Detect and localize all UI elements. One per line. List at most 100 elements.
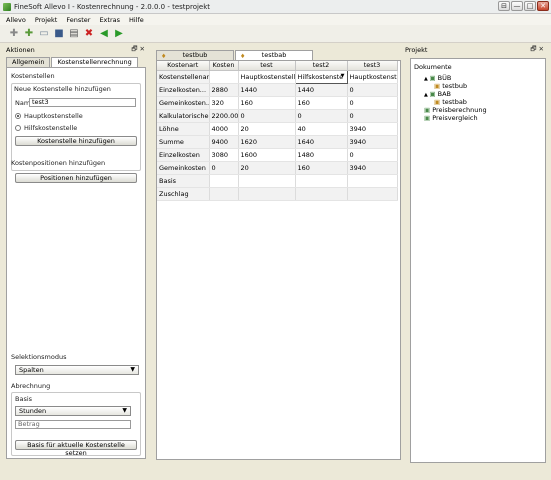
table-cell[interactable]: 1440 [238, 83, 296, 97]
table-cell[interactable]: 0 [238, 109, 296, 123]
bab-table: Kostenart Kosten test test2 test3 Kostenstel… [157, 61, 398, 201]
window-icon[interactable]: ▭ [38, 28, 50, 40]
table-cell[interactable]: 3940 [347, 161, 398, 175]
table-cell[interactable]: 2880 [209, 83, 239, 97]
table-cell[interactable]: 2200.00 [209, 109, 239, 123]
back-icon[interactable]: ◀ [98, 28, 110, 40]
table-row: Einzelkosten... 2880 1440 1440 0 [157, 83, 398, 97]
table-cell[interactable]: 20 [238, 161, 296, 175]
table-cell[interactable]: 160 [295, 161, 348, 175]
row-header: Zuschlag [157, 187, 210, 201]
column-header[interactable]: Kosten [209, 61, 239, 71]
minimize-icon[interactable]: — [511, 1, 523, 11]
selection-mode-value: Spalten [19, 366, 44, 374]
table-cell[interactable]: 0 [347, 109, 398, 123]
bab-grid: Kostenart Kosten test test2 test3 Kostenstel… [156, 60, 401, 460]
project-panel-title: Projekt 🗗 ✕ [405, 45, 547, 55]
table-cell[interactable]: 1440 [295, 83, 348, 97]
row-header: Einzelkosten [157, 148, 210, 162]
table-cell[interactable]: Hauptkostenstelle [238, 70, 296, 84]
betrag-field[interactable]: Betrag [15, 420, 131, 429]
table-cell[interactable]: 3940 [347, 122, 398, 136]
table-cell[interactable]: 160 [238, 96, 296, 110]
basis-select[interactable]: Stunden ▼ [15, 406, 131, 416]
basis-value: Stunden [19, 407, 47, 415]
actions-tabs: Allgemein Kostenstellenrechnung [6, 57, 139, 67]
column-header[interactable]: test3 [347, 61, 398, 71]
table-row: Kostenstellenart Hauptkostenstelle Hilfsko… [157, 69, 398, 84]
menu-projekt[interactable]: Projekt [35, 16, 57, 24]
tab-testbub[interactable]: ♦ testbub [156, 50, 234, 60]
kostenstellen-label: Kostenstellen [11, 72, 55, 80]
column-header[interactable]: test2 [295, 61, 348, 71]
close-icon[interactable]: ✕ [537, 1, 549, 11]
table-cell[interactable] [295, 187, 348, 201]
tree-item[interactable]: ▲ ▣ BÜB [424, 74, 451, 82]
table-cell[interactable] [295, 174, 348, 188]
tree-item[interactable]: ▣ Preisberechnung [424, 106, 487, 114]
panel-controls-icon[interactable]: 🗗 ✕ [131, 45, 145, 56]
tree-item[interactable]: ▲ ▣ BAB [424, 90, 451, 98]
table-cell[interactable]: 1620 [238, 135, 296, 149]
basis-label: Basis [15, 395, 33, 403]
tree-item[interactable]: Dokumente [414, 63, 452, 71]
table-cell[interactable] [209, 187, 239, 201]
menu-extras[interactable]: Extras [99, 16, 120, 24]
table-cell[interactable]: 3940 [347, 135, 398, 149]
actions-body: Kostenstellen Neue Kostenstelle hinzufüg… [6, 67, 146, 459]
name-field[interactable]: test3 [29, 98, 136, 107]
add-green-icon[interactable]: ✚ [23, 28, 35, 40]
menu-allevo[interactable]: Allevo [6, 16, 26, 24]
table-cell[interactable]: 0 [295, 109, 348, 123]
menu-hilfe[interactable]: Hilfe [129, 16, 144, 24]
tree-item[interactable]: ▣ testbub [434, 82, 467, 90]
column-header[interactable]: test [238, 61, 296, 71]
add-icon[interactable]: ✚ [8, 28, 20, 40]
delete-icon[interactable]: ✖ [83, 28, 95, 40]
chevron-down-icon[interactable]: ▼ [341, 73, 345, 79]
restore-icon[interactable]: ⊟ [498, 1, 510, 11]
table-cell[interactable]: Hauptkostenstelle [347, 70, 398, 84]
table-cell[interactable]: 0 [347, 96, 398, 110]
panel-controls-icon[interactable]: 🗗 ✕ [530, 45, 544, 56]
forward-icon[interactable]: ▶ [113, 28, 125, 40]
column-header[interactable]: Kostenart [157, 61, 210, 71]
tree-item[interactable]: ▣ Preisvergleich [424, 114, 478, 122]
print-icon[interactable]: ▤ [68, 28, 80, 40]
set-basis-button[interactable]: Basis für aktuelle Kostenstelle setzen [15, 440, 137, 457]
table-cell[interactable]: 9400 [209, 135, 239, 149]
tab-kostenstellenrechnung[interactable]: Kostenstellenrechnung [51, 57, 138, 67]
table-cell[interactable]: 0 [209, 161, 239, 175]
table-cell[interactable] [209, 174, 239, 188]
table-cell[interactable] [347, 187, 398, 201]
radio-hilfskostenstelle[interactable] [15, 125, 21, 131]
table-cell[interactable]: 4000 [209, 122, 239, 136]
table-cell[interactable] [347, 174, 398, 188]
maximize-icon[interactable]: □ [524, 1, 536, 11]
tab-testbab[interactable]: ♦ testbab [235, 50, 313, 60]
table-cell[interactable]: 1600 [238, 148, 296, 162]
table-cell[interactable]: 3080 [209, 148, 239, 162]
table-cell[interactable] [209, 70, 239, 84]
save-icon[interactable]: ■ [53, 28, 65, 40]
window-title: FineSoft Allevo I - Kostenrechnung - 2.0… [14, 2, 211, 11]
table-cell[interactable]: 1480 [295, 148, 348, 162]
window-controls: ⊟ — □ ✕ [498, 1, 549, 11]
table-cell[interactable]: 20 [238, 122, 296, 136]
selection-mode-select[interactable]: Spalten ▼ [15, 365, 139, 375]
table-cell[interactable] [238, 174, 296, 188]
table-cell[interactable]: Hilfskostenste ▼ [294, 69, 348, 84]
add-cost-center-button[interactable]: Kostenstelle hinzufügen [15, 136, 137, 146]
add-positions-button[interactable]: Positionen hinzufügen [15, 173, 137, 183]
tree-item[interactable]: ▣ testbab [434, 98, 467, 106]
table-cell[interactable] [238, 187, 296, 201]
table-cell[interactable]: 40 [295, 122, 348, 136]
table-cell[interactable]: 0 [347, 148, 398, 162]
tab-allgemein[interactable]: Allgemein [6, 57, 51, 67]
table-cell[interactable]: 1640 [295, 135, 348, 149]
menu-fenster[interactable]: Fenster [66, 16, 90, 24]
table-cell[interactable]: 320 [209, 96, 239, 110]
table-cell[interactable]: 0 [347, 83, 398, 97]
table-cell[interactable]: 160 [295, 96, 348, 110]
radio-hauptkostenstelle[interactable] [15, 113, 21, 119]
